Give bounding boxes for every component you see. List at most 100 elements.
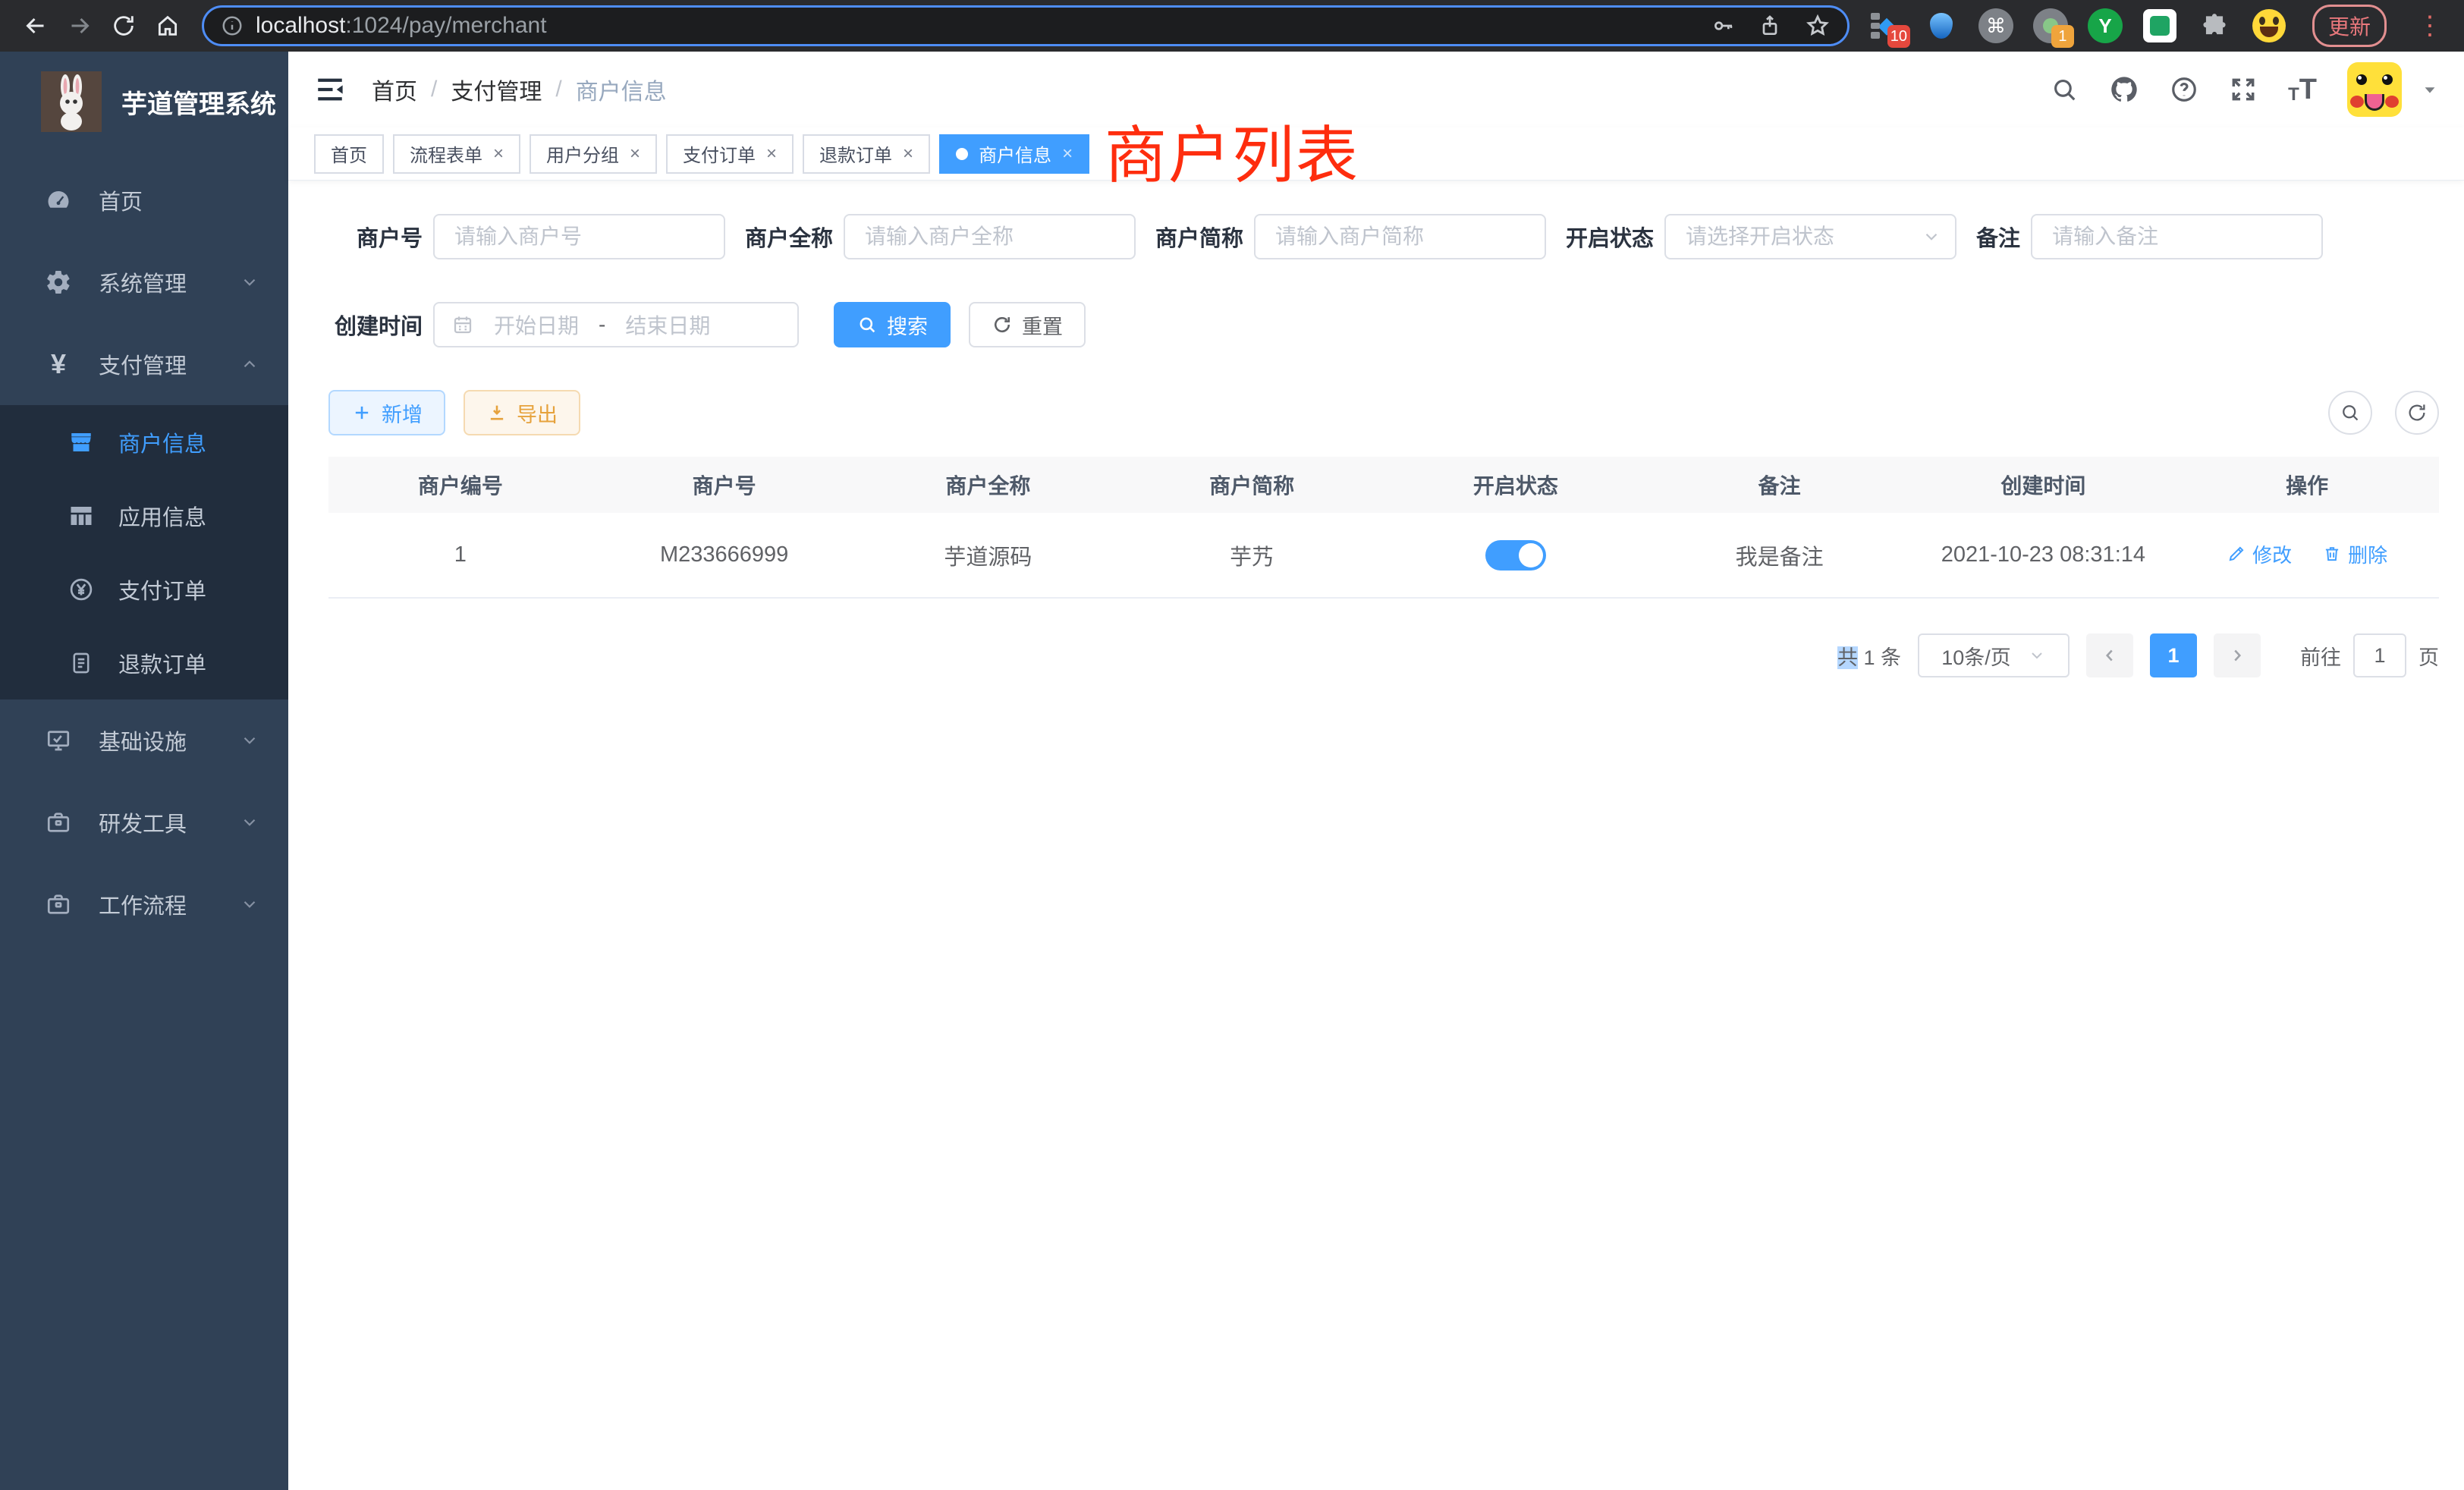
top-navbar: 首页 / 支付管理 / 商户信息 TT [288,52,2464,127]
full-name-input[interactable] [844,214,1136,259]
tab-label: 首页 [331,140,367,167]
recorder-extension-icon[interactable]: 1 [2033,8,2068,43]
app-logo[interactable]: 芋道管理系统 [0,52,288,149]
total-prefix: 共 [1837,646,1858,669]
merchant-no-input[interactable] [433,214,725,259]
cell-create-time: 2021-10-23 08:31:14 [1912,513,2176,598]
header-search-icon[interactable] [2050,75,2079,104]
table-header-row: 商户编号 商户号 商户全称 商户简称 开启状态 备注 创建时间 操作 [328,457,2439,513]
close-icon[interactable]: × [903,145,913,163]
remark-input[interactable] [2031,214,2323,259]
gem-extension-icon[interactable] [1924,8,1959,43]
browser-extensions: ◆ 10 ⌘ 1 Y 更新 ⋮ [1862,5,2450,47]
date-range-picker[interactable]: 开始日期 - 结束日期 [433,302,799,347]
filter-create-time: 创建时间 开始日期 - 结束日期 [328,302,799,347]
sidebar-item-app-info[interactable]: 应用信息 [0,479,288,552]
sidebar-item-payment[interactable]: ¥ 支付管理 [0,323,288,405]
bookmark-star-icon[interactable] [1805,13,1831,39]
date-separator: - [599,313,605,337]
status-toggle[interactable] [1485,540,1546,571]
close-icon[interactable]: × [1062,145,1073,163]
page-title-annotation: 商户列表 [1105,105,1359,195]
sidebar-item-system[interactable]: 系统管理 [0,241,288,323]
font-size-icon[interactable]: TT [2288,75,2317,104]
tab-label: 商户信息 [979,140,1051,167]
profile-smiley-icon[interactable] [2252,8,2286,43]
search-icon [856,314,878,335]
help-icon[interactable] [2170,75,2198,104]
goto-page-input[interactable] [2353,633,2406,677]
sidebar-item-home[interactable]: 首页 [0,159,288,241]
reset-button[interactable]: 重置 [969,302,1086,347]
tab-user-group[interactable]: 用户分组 × [530,134,657,174]
close-icon[interactable]: × [766,145,777,163]
refresh-icon [992,314,1013,335]
export-button-label: 导出 [517,398,558,428]
page-size-select[interactable]: 10条/页 [1918,633,2070,677]
browser-home-icon[interactable] [146,4,190,48]
share-icon[interactable] [1758,14,1782,38]
chrome-menu-icon[interactable]: ⋮ [2417,11,2443,41]
sidebar-item-label: 商户信息 [118,426,206,458]
avatar-caret-icon[interactable] [2422,81,2438,98]
grid-icon [65,502,97,530]
short-name-input[interactable] [1254,214,1546,259]
status-select-input[interactable] [1664,214,1956,259]
browser-forward-icon[interactable] [58,4,102,48]
chrome-update-button[interactable]: 更新 [2312,5,2387,47]
search-button[interactable]: 搜索 [834,302,951,347]
gear-icon [42,269,74,296]
url-bar[interactable]: localhost:1024/pay/merchant [202,5,1850,46]
delete-link[interactable]: 删除 [2322,540,2387,568]
sidebar-item-workflow[interactable]: 工作流程 [0,863,288,945]
y-extension-icon[interactable]: Y [2088,8,2123,43]
breadcrumb-separator: / [555,77,561,102]
filter-full-name: 商户全称 [745,214,1136,259]
tab-merchant-info[interactable]: 商户信息 × [939,134,1089,174]
tab-home[interactable]: 首页 [314,134,384,174]
date-end-placeholder[interactable]: 结束日期 [625,310,710,340]
sidebar-item-refund-order[interactable]: 退款订单 [0,626,288,699]
next-page-button[interactable] [2214,633,2261,677]
pagination-total: 共 1 条 [1837,641,1901,671]
chevron-down-icon [240,731,259,750]
prev-page-button[interactable] [2086,633,2133,677]
site-info-icon[interactable] [221,14,244,37]
extensions-puzzle-icon[interactable] [2197,8,2232,43]
fullscreen-icon[interactable] [2229,75,2258,104]
breadcrumb-home[interactable]: 首页 [372,73,417,106]
github-icon[interactable] [2109,74,2139,105]
command-extension-icon[interactable]: ⌘ [1978,8,2013,43]
sidebar-item-infrastructure[interactable]: 基础设施 [0,699,288,781]
tab-pay-order[interactable]: 支付订单 × [666,134,794,174]
column-header: 商户编号 [328,457,592,513]
user-avatar[interactable] [2347,62,2402,117]
date-start-placeholder[interactable]: 开始日期 [494,310,579,340]
tab-refund-order[interactable]: 退款订单 × [803,134,930,174]
tab-process-form[interactable]: 流程表单 × [393,134,520,174]
tags-view: 首页 流程表单 × 用户分组 × 支付订单 × 退款订单 × 商户信息 × [288,127,2464,181]
status-select[interactable] [1664,214,1956,259]
sidebar-item-pay-order[interactable]: 支付订单 [0,552,288,626]
page-number-button[interactable]: 1 [2150,633,2197,677]
browser-reload-icon[interactable] [102,4,146,48]
sidebar-item-merchant-info[interactable]: 商户信息 [0,405,288,479]
close-icon[interactable]: × [630,145,640,163]
browser-back-icon[interactable] [14,4,58,48]
chevron-down-icon [240,272,259,292]
refresh-icon [2406,401,2428,424]
export-button[interactable]: 导出 [464,390,580,435]
sidebar-item-dev-tools[interactable]: 研发工具 [0,781,288,863]
sider-extension-icon[interactable]: ◆ 10 [1869,8,1904,43]
table-toolbar: 新增 导出 [328,390,2439,435]
breadcrumb-payment[interactable]: 支付管理 [451,73,542,106]
password-key-icon[interactable] [1711,14,1735,38]
sidebar-collapse-icon[interactable] [314,74,346,105]
notes-extension-icon[interactable] [2142,8,2177,43]
refresh-table-button[interactable] [2395,391,2439,435]
add-button[interactable]: 新增 [328,390,445,435]
show-search-toggle-button[interactable] [2328,391,2372,435]
cell-actions: 修改 删除 [2175,513,2439,598]
edit-link[interactable]: 修改 [2227,540,2292,568]
close-icon[interactable]: × [493,145,504,163]
